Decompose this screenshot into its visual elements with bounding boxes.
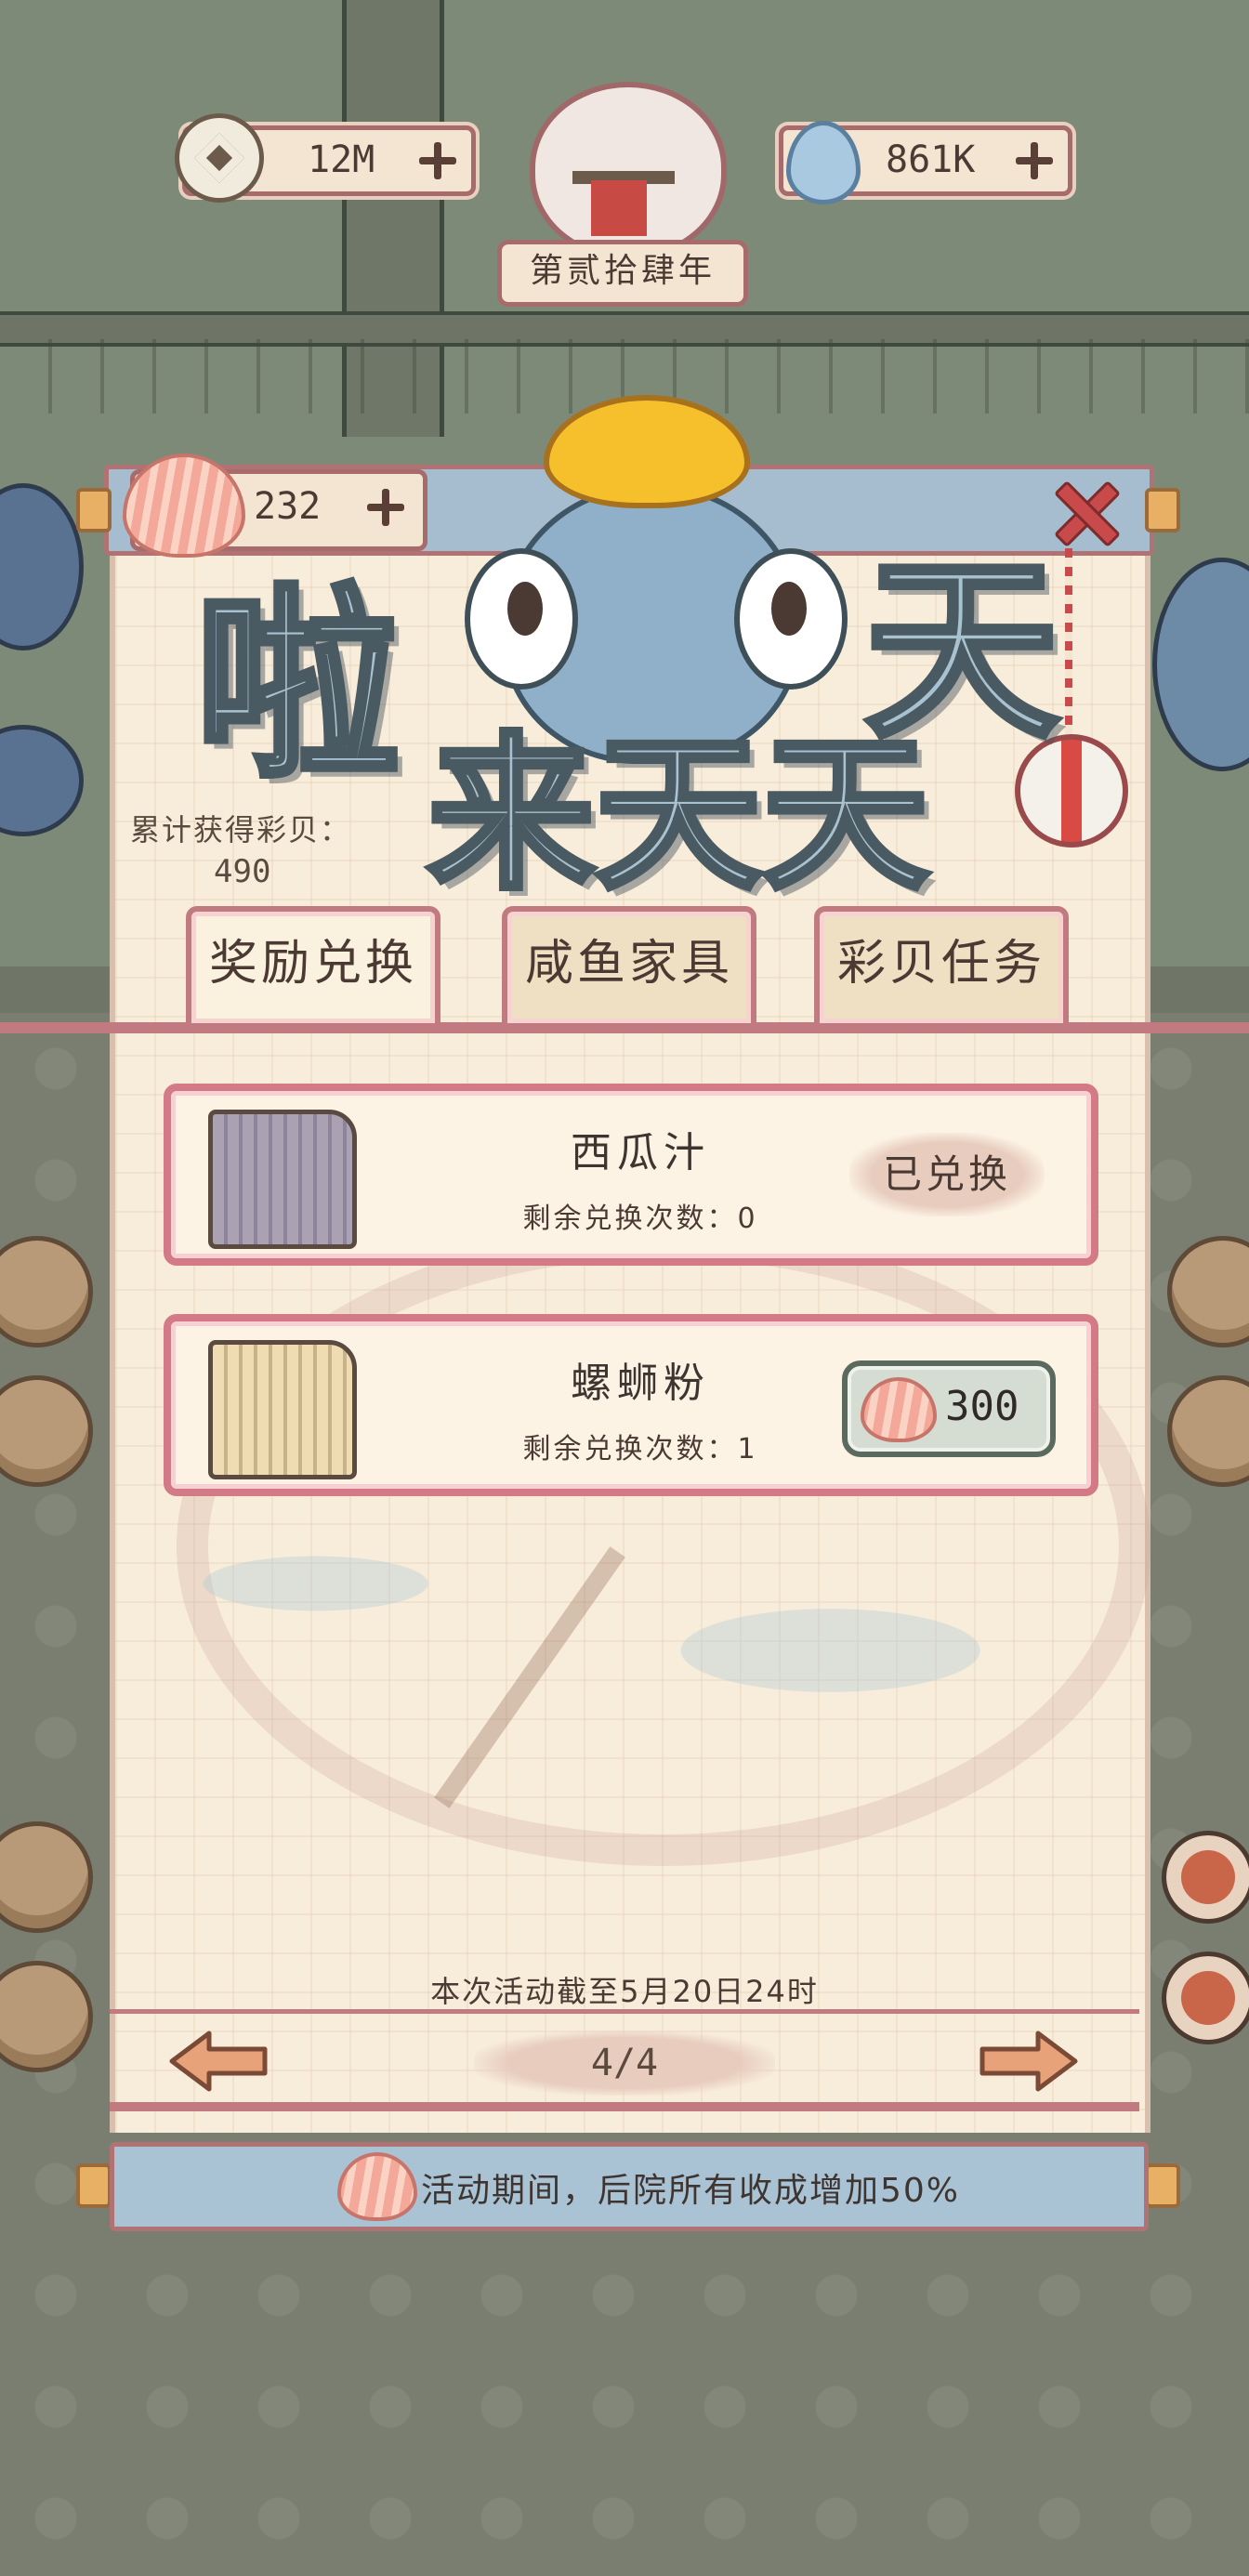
tab-shell-tasks[interactable]: 彩贝任务 [814,906,1069,1023]
water-value: 861K [886,138,976,181]
coin-icon [175,113,264,203]
bonus-text: 活动期间，后院所有收成增加50% [421,2172,961,2210]
tab-salted-fish-furniture[interactable]: 咸鱼家具 [502,906,756,1023]
year-label: 第贰拾肆年 [497,240,748,307]
dried-fish-slice-icon[interactable] [1162,1952,1249,2044]
item-name: 西瓜汁 [571,1129,710,1176]
item-name: 螺蛳粉 [571,1360,710,1407]
title-char: 啦 [192,561,402,808]
scroll-rod-left [76,488,112,532]
redeemed-button[interactable]: 已兑换 [849,1133,1045,1216]
add-water-icon[interactable] [1016,142,1053,179]
prev-page-arrow-icon[interactable] [167,2029,270,2094]
hanging-cord [1065,548,1072,734]
event-deadline: 本次活动截至5月20日24时 [430,1974,819,2009]
footer-divider [110,2009,1139,2014]
scroll-item-icon [208,1110,357,1249]
coin-value: 12M [308,138,375,181]
item-remaining: 剩余兑换次数：0 [522,1203,758,1235]
exchange-button[interactable]: 300 [842,1360,1056,1457]
exchange-cost: 300 [945,1383,1019,1430]
faint-wave-art [110,1450,1139,1784]
tab-reward-exchange[interactable]: 奖励兑换 [186,906,440,1023]
add-coins-icon[interactable] [419,142,456,179]
exchange-item: 西瓜汁 剩余兑换次数：0 已兑换 [164,1084,1098,1266]
dried-fish-slice-icon[interactable] [1162,1831,1249,1924]
scroll-item-icon [208,1340,357,1479]
scroll-rod-right [1145,488,1180,532]
item-remaining: 剩余兑换次数：1 [522,1433,758,1465]
total-shells-label: 累计获得彩贝： [130,812,352,848]
pavilion-icon [591,180,647,236]
event-bonus-banner: 活动期间，后院所有收成增加50% [110,2142,1149,2231]
exchange-item: 螺蛳粉 剩余兑换次数：1 300 [164,1314,1098,1496]
next-page-arrow-icon[interactable] [978,2029,1080,2094]
title-chars: 来天天 [425,714,932,915]
page-indicator: 4/4 [474,2031,775,2096]
total-shells-value: 490 [214,853,271,890]
shell-icon [861,1377,937,1442]
shell-icon [337,2152,417,2221]
tab-divider [0,1022,1249,1033]
panel-bottom-edge [110,2102,1139,2111]
event-title: 啦 天 来天天 [192,493,1062,929]
scroll-rod-left [76,2163,112,2208]
year-emblem [530,82,727,260]
scroll-rod-right [1145,2163,1180,2208]
